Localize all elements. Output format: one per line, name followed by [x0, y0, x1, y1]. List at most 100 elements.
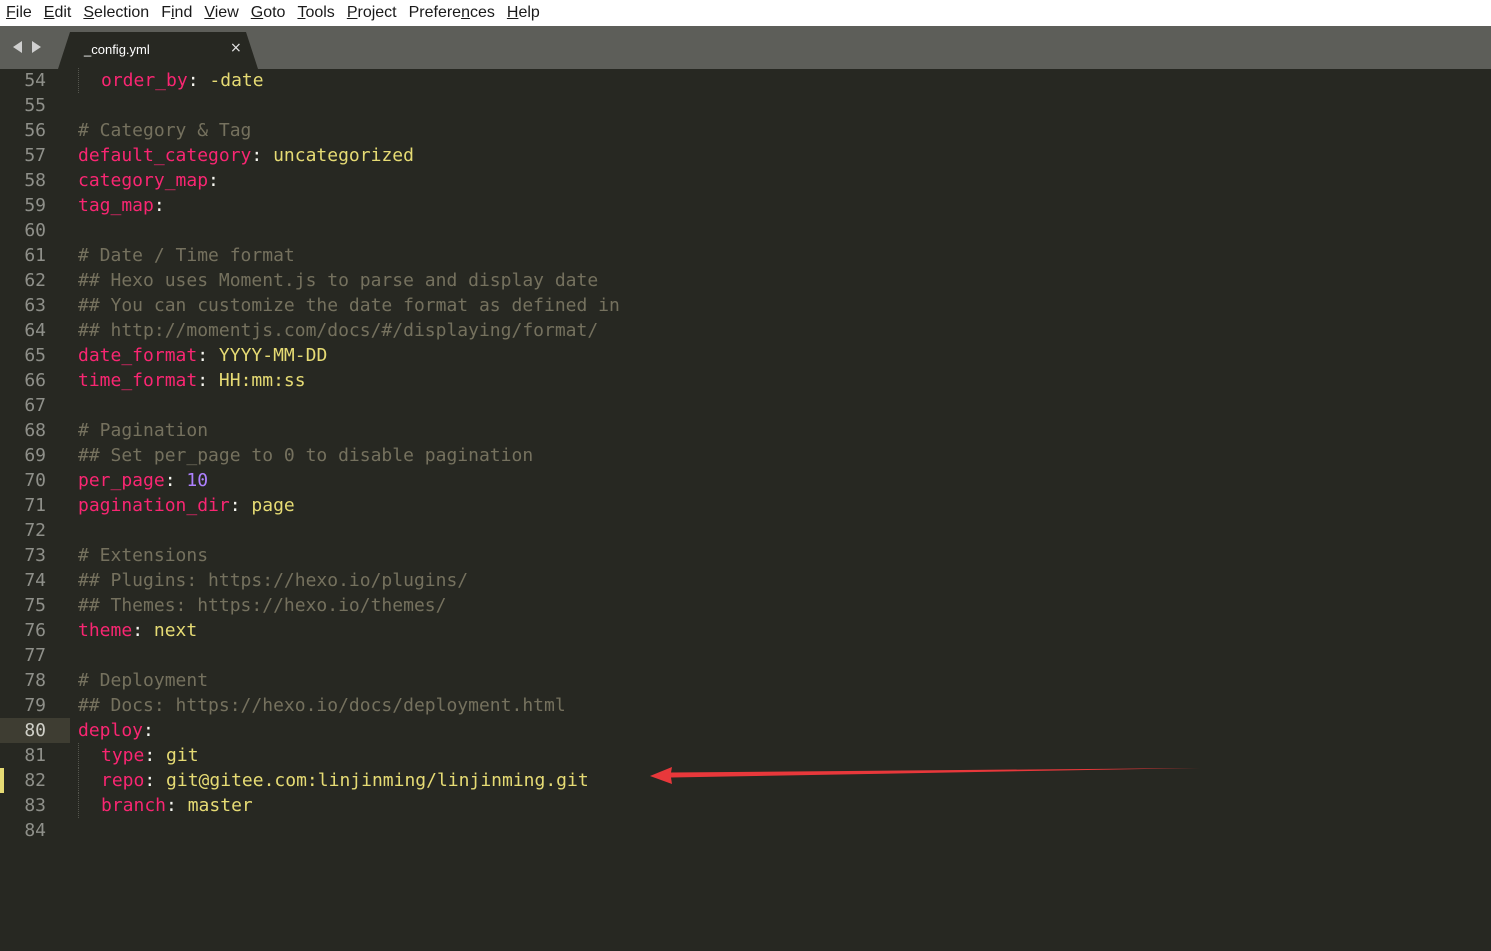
yaml-value: YYYY-MM-DD: [218, 345, 328, 366]
close-icon[interactable]: ×: [230, 40, 242, 56]
yaml-key: pagination_dir: [78, 495, 230, 516]
menu-item-edit[interactable]: Edit: [38, 0, 78, 26]
code-line[interactable]: theme: next: [78, 618, 197, 643]
yaml-separator: :: [208, 170, 219, 191]
tab-bar: _config.yml ×: [0, 26, 1491, 69]
menu-label-suffix: ile: [15, 4, 32, 21]
red-arrow-icon: [650, 767, 1200, 784]
yaml-key: repo: [101, 770, 145, 791]
yaml-separator: :: [187, 70, 210, 91]
code-comment: # Category & Tag: [78, 120, 252, 141]
menu-item-preferences[interactable]: Preferences: [403, 0, 501, 26]
menu-accelerator: G: [250, 4, 264, 21]
menu-item-help[interactable]: Help: [501, 0, 546, 26]
code-line[interactable]: time_format: HH:mm:ss: [78, 368, 306, 393]
code-comment: ## Themes: https://hexo.io/themes/: [78, 595, 447, 616]
code-line[interactable]: branch: master: [101, 793, 253, 818]
code-line[interactable]: ## http://momentjs.com/docs/#/displaying…: [78, 318, 598, 343]
yaml-key: deploy: [78, 720, 144, 741]
menu-label-suffix: oto: [263, 4, 286, 21]
code-comment: ## Docs: https://hexo.io/docs/deployment…: [78, 695, 566, 716]
yaml-key: tag_map: [78, 195, 154, 216]
code-line[interactable]: date_format: YYYY-MM-DD: [78, 343, 327, 368]
code-line[interactable]: pagination_dir: page: [78, 493, 295, 518]
menu-label-suffix: elp: [518, 4, 540, 21]
menu-item-goto[interactable]: Goto: [245, 0, 292, 26]
yaml-separator: :: [197, 345, 219, 366]
code-line[interactable]: type: git: [101, 743, 199, 768]
menu-label-suffix: ools: [305, 4, 335, 21]
code-line[interactable]: # Pagination: [78, 418, 208, 443]
code-editor[interactable]: 54 55 56 57 58 59 60 61 62 63 64 65 66 67 68 69 70 71 72 73…: [0, 68, 1491, 951]
code-comment: ## Hexo uses Moment.js to parse and disp…: [78, 270, 599, 291]
menu-accelerator: P: [346, 4, 358, 21]
menu-item-selection[interactable]: Selection: [77, 0, 155, 26]
code-line[interactable]: # Date / Time format: [78, 243, 295, 268]
code-comment: # Extensions: [78, 545, 209, 566]
menu-accelerator: E: [43, 4, 55, 21]
yaml-value: next: [153, 620, 198, 641]
menu-item-project[interactable]: Project: [341, 0, 403, 26]
menu-item-find[interactable]: Find: [155, 0, 198, 26]
menu-label-suffix: iew: [214, 4, 239, 21]
yaml-value: git: [166, 745, 199, 766]
code-comment: ## http://momentjs.com/docs/#/displaying…: [78, 320, 599, 341]
code-comment: ## You can customize the date format as …: [78, 295, 620, 316]
yaml-value: uncategorized: [273, 145, 414, 166]
yaml-key: type: [101, 745, 145, 766]
yaml-key: category_map: [78, 170, 209, 191]
menu-accelerator: H: [506, 4, 519, 21]
code-line[interactable]: tag_map:: [78, 193, 165, 218]
yaml-separator: :: [144, 745, 167, 766]
indent-guide: [78, 793, 79, 818]
code-line[interactable]: per_page: 10: [78, 468, 208, 493]
code-line[interactable]: deploy:: [78, 718, 154, 743]
yaml-value: HH:mm:ss: [218, 370, 306, 391]
menu-accelerator: V: [204, 4, 215, 21]
yaml-number: 10: [186, 470, 209, 491]
yaml-separator: :: [229, 495, 252, 516]
code-line[interactable]: repo: git@gitee.com:linjinming/linjinmin…: [101, 768, 589, 793]
code-line[interactable]: default_category: uncategorized: [78, 143, 414, 168]
menu-item-file[interactable]: File: [0, 0, 38, 26]
yaml-value: -date: [209, 70, 264, 91]
indent-guide: [78, 743, 79, 768]
code-line[interactable]: ## Hexo uses Moment.js to parse and disp…: [78, 268, 598, 293]
code-area[interactable]: order_by: -date # Category & Tag default_c…: [0, 68, 1491, 951]
code-comment: # Pagination: [78, 420, 209, 441]
code-line[interactable]: ## Docs: https://hexo.io/docs/deployment…: [78, 693, 566, 718]
menu-accelerator: n: [461, 4, 470, 21]
yaml-separator: :: [153, 195, 165, 216]
code-comment: # Deployment: [78, 670, 209, 691]
code-line[interactable]: # Extensions: [78, 543, 208, 568]
yaml-key: time_format: [78, 370, 198, 391]
code-line[interactable]: ## Themes: https://hexo.io/themes/: [78, 593, 446, 618]
menu-item-view[interactable]: View: [198, 0, 244, 26]
code-line[interactable]: ## Plugins: https://hexo.io/plugins/: [78, 568, 468, 593]
code-line[interactable]: ## You can customize the date format as …: [78, 293, 620, 318]
menu-label-prefix: F: [161, 4, 171, 21]
code-comment: ## Set per_page to 0 to disable paginati…: [78, 445, 534, 466]
menu-item-tools[interactable]: Tools: [291, 0, 340, 26]
tab-scroll-left-icon[interactable]: [13, 41, 22, 53]
code-line[interactable]: order_by: -date: [101, 68, 264, 93]
yaml-separator: :: [164, 470, 187, 491]
yaml-separator: :: [144, 770, 167, 791]
code-line[interactable]: category_map:: [78, 168, 219, 193]
yaml-key: branch: [101, 795, 167, 816]
menu-label-suffix: ces: [469, 4, 495, 21]
menu-accelerator: S: [83, 4, 95, 21]
yaml-separator: :: [166, 795, 188, 816]
yaml-key: per_page: [78, 470, 165, 491]
yaml-separator: :: [143, 720, 154, 741]
tab-title: _config.yml: [84, 42, 150, 57]
menu-bar: File Edit Selection Find View Goto Tools Projec…: [0, 0, 1491, 26]
code-line[interactable]: # Deployment: [78, 668, 208, 693]
tab-scroll-right-icon[interactable]: [32, 41, 41, 53]
menu-label-suffix: election: [94, 4, 150, 21]
tab-config-yml[interactable]: _config.yml ×: [58, 32, 258, 69]
code-line[interactable]: # Category & Tag: [78, 118, 251, 143]
code-line[interactable]: ## Set per_page to 0 to disable paginati…: [78, 443, 533, 468]
yaml-key: date_format: [78, 345, 198, 366]
menu-accelerator: F: [6, 4, 16, 21]
